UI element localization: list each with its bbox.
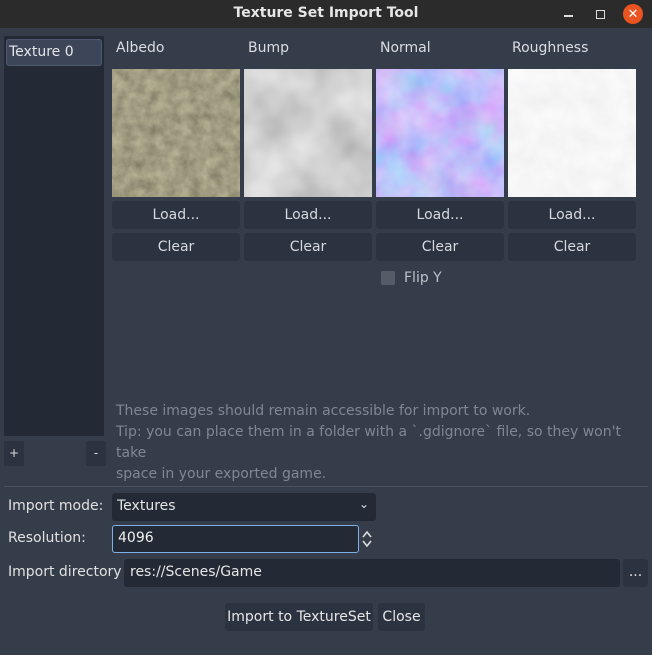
import-mode-select[interactable]: Textures ⌄ [112, 493, 376, 521]
import-mode-label: Import mode: [8, 498, 104, 514]
close-icon[interactable]: ✕ [623, 4, 643, 24]
maximize-icon[interactable] [590, 4, 610, 24]
bump-load-button[interactable]: Load... [244, 201, 372, 229]
divider [4, 486, 648, 487]
window-title: Texture Set Import Tool [233, 5, 419, 21]
roughness-clear-button[interactable]: Clear [508, 233, 636, 261]
title-bar: Texture Set Import Tool ✕ [0, 0, 652, 28]
roughness-load-button[interactable]: Load... [508, 201, 636, 229]
import-directory-label: Import directory [8, 564, 122, 580]
roughness-preview [508, 69, 636, 197]
flip-y-label: Flip Y [404, 270, 442, 286]
normal-load-button[interactable]: Load... [376, 201, 504, 229]
bump-label: Bump [248, 40, 290, 56]
remove-texture-button[interactable]: - [86, 441, 106, 466]
import-directory-input[interactable]: res://Scenes/Game [124, 559, 620, 587]
import-to-textureset-button[interactable]: Import to TextureSet [225, 603, 373, 631]
resolution-label: Resolution: [8, 530, 86, 546]
texture-list-item[interactable]: Texture 0 [6, 39, 102, 66]
bump-preview [244, 69, 372, 197]
flip-y-checkbox[interactable] [381, 271, 395, 285]
albedo-preview [112, 69, 240, 197]
bump-clear-button[interactable]: Clear [244, 233, 372, 261]
normal-clear-button[interactable]: Clear [376, 233, 504, 261]
hint-line: space in your exported game. [116, 466, 327, 482]
chevron-down-icon: ⌄ [358, 497, 369, 511]
add-texture-button[interactable]: + [4, 441, 24, 466]
close-button[interactable]: Close [378, 603, 425, 631]
browse-directory-button[interactable]: ... [623, 559, 648, 587]
minimize-icon[interactable] [558, 4, 578, 24]
flip-y-toggle[interactable]: Flip Y [381, 270, 442, 286]
albedo-clear-button[interactable]: Clear [112, 233, 240, 261]
albedo-label: Albedo [116, 40, 165, 56]
roughness-label: Roughness [512, 40, 589, 56]
texture-list[interactable]: Texture 0 [4, 36, 104, 436]
hint-text: These images should remain accessible fo… [116, 401, 636, 485]
hint-line: Tip: you can place them in a folder with… [116, 424, 621, 461]
normal-preview [376, 69, 504, 197]
normal-label: Normal [380, 40, 431, 56]
albedo-load-button[interactable]: Load... [112, 201, 240, 229]
resolution-input[interactable]: 4096 [112, 525, 359, 553]
import-mode-value: Textures [117, 498, 176, 514]
hint-line: These images should remain accessible fo… [116, 403, 531, 419]
updown-arrows-icon[interactable] [361, 529, 373, 549]
